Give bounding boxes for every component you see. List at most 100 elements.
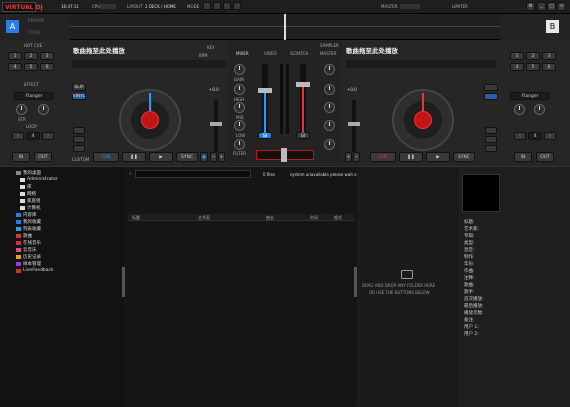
mode-button-4[interactable] <box>233 2 241 10</box>
deck-a-filter-knob[interactable] <box>234 139 245 150</box>
deck-a-mid-knob[interactable] <box>234 102 245 113</box>
col-title[interactable]: 标题 <box>132 215 140 221</box>
deck-a-volume-handle[interactable] <box>258 88 272 93</box>
tab-scratch[interactable]: SCRATCH <box>290 51 308 56</box>
tree-item-history[interactable]: 历史记录 <box>16 254 41 260</box>
deck-b-pad-button-1[interactable] <box>485 127 497 134</box>
effect-knob-1[interactable] <box>16 104 27 115</box>
file-list[interactable] <box>128 222 354 407</box>
pad-button-1[interactable] <box>73 127 85 134</box>
deck-a-headphone-button[interactable]: 🎧︎ <box>258 132 272 139</box>
deck-b-plus-button[interactable]: + <box>345 152 352 162</box>
loop-half-button[interactable]: ‹ <box>12 132 24 140</box>
deck-b-low-knob[interactable] <box>324 120 335 131</box>
deck-a-pitch-slider[interactable] <box>214 100 218 152</box>
deck-b-effect-select[interactable]: Flanger <box>510 92 550 100</box>
deck-b-hotcue-2[interactable]: 2 <box>526 52 540 60</box>
deck-a-minus-button[interactable]: − <box>210 152 217 162</box>
deck-b-pad-button-3[interactable] <box>485 145 497 152</box>
vinyl-button[interactable]: VINYL <box>72 93 86 100</box>
mode-button-2[interactable] <box>213 2 221 10</box>
deck-a-high-knob[interactable] <box>234 84 245 95</box>
mode-button-1[interactable] <box>203 2 211 10</box>
deck-b-overview-waveform[interactable] <box>346 60 496 68</box>
deck-a-plus-button[interactable]: + <box>218 152 225 162</box>
deck-b-play-button[interactable]: ▶ <box>426 152 450 162</box>
tree-item-songs[interactable]: 歌曲 <box>16 233 32 239</box>
minimize-button[interactable]: _ <box>537 2 546 11</box>
deck-b-cue-button[interactable]: CUE <box>370 152 396 162</box>
crossfader-handle[interactable] <box>281 148 287 162</box>
col-length[interactable]: 曲长 <box>266 215 274 221</box>
tree-item-online-music[interactable]: 在线音乐 <box>16 240 41 246</box>
mode-button-3[interactable] <box>223 2 231 10</box>
hotcue-1[interactable]: 1 <box>8 52 22 60</box>
pad-button-3[interactable] <box>73 145 85 152</box>
deck-b-loop-out-button[interactable]: OUT <box>536 152 554 162</box>
effect-select[interactable]: Flanger <box>14 92 54 100</box>
tree-item-library[interactable]: 库 <box>20 184 32 190</box>
deck-b-loop-half-button[interactable]: ‹ <box>514 132 526 140</box>
deck-b-sync-button[interactable]: SYNC <box>453 152 475 162</box>
deck-a-gain-knob[interactable] <box>234 64 245 75</box>
slip-button[interactable]: SLIP <box>72 84 86 91</box>
deck-b-minus-button[interactable]: − <box>353 152 360 162</box>
effect-knob-2[interactable] <box>38 104 49 115</box>
deck-b-pause-button[interactable]: ❚❚ <box>399 152 423 162</box>
hotcue-5[interactable]: 5 <box>24 63 38 71</box>
pad-button-2[interactable] <box>73 136 85 143</box>
deck-a-play-button[interactable]: ▶ <box>149 152 173 162</box>
deck-b-slip-button[interactable] <box>484 84 498 91</box>
deck-b-effect-knob-2[interactable] <box>534 104 545 115</box>
deck-b-loop-in-button[interactable]: IN <box>514 152 532 162</box>
deck-a-pause-button[interactable]: ❚❚ <box>122 152 146 162</box>
deck-b-filter-knob[interactable] <box>324 139 335 150</box>
layout-select[interactable]: 2 DECK / HOME <box>145 4 176 9</box>
tree-item-favorites[interactable]: 我的收藏 <box>16 219 41 225</box>
col-time[interactable]: 时间 <box>310 215 318 221</box>
deck-b-loop-size-display[interactable]: 4 <box>528 132 542 140</box>
col-artist[interactable]: 艺术家 <box>198 215 210 221</box>
tree-splitter[interactable] <box>122 267 125 297</box>
search-input[interactable] <box>135 170 251 178</box>
deck-b-vinyl-button[interactable] <box>484 93 498 100</box>
deck-b-pad-button-2[interactable] <box>485 136 497 143</box>
deck-a-cue-button[interactable]: CUE <box>93 152 119 162</box>
deck-b-hotcue-6[interactable]: 6 <box>542 63 556 71</box>
tree-item-network[interactable]: 网络 <box>20 191 36 197</box>
deck-b-volume-handle[interactable] <box>296 82 310 87</box>
tree-item-computer[interactable]: 计算机 <box>20 205 41 211</box>
tab-video[interactable]: VIDEO <box>264 51 277 56</box>
tree-item-homegroup[interactable]: 家庭组 <box>20 198 41 204</box>
hotcue-4[interactable]: 4 <box>8 63 22 71</box>
deck-a-sync-button[interactable]: SYNC <box>176 152 198 162</box>
tree-item-cloud-music[interactable]: 云音乐 <box>16 247 37 253</box>
waveform-strip[interactable]: A REMAIN TOTAL B <box>0 14 570 40</box>
deck-b-loop-double-button[interactable]: › <box>544 132 556 140</box>
tree-item-livefeedback[interactable]: LiveFeedback <box>16 268 54 273</box>
deck-b-high-knob[interactable] <box>324 84 335 95</box>
deck-a-overview-waveform[interactable] <box>72 60 226 68</box>
deck-b-gain-knob[interactable] <box>324 64 335 75</box>
deck-b-hotcue-4[interactable]: 4 <box>510 63 524 71</box>
deck-b-hotcue-1[interactable]: 1 <box>510 52 524 60</box>
deck-b-hotcue-3[interactable]: 3 <box>542 52 556 60</box>
deck-a-low-knob[interactable] <box>234 120 245 131</box>
hotcue-2[interactable]: 2 <box>24 52 38 60</box>
tree-item-administrator[interactable]: Administrator <box>20 177 58 182</box>
loop-in-button[interactable]: IN <box>12 152 30 162</box>
close-button[interactable]: × <box>557 2 566 11</box>
loop-size-display[interactable]: 4 <box>26 132 40 140</box>
hotcue-3[interactable]: 3 <box>40 52 54 60</box>
deck-b-headphone-button[interactable]: 🎧︎ <box>296 132 310 139</box>
deck-b-pitch-handle[interactable] <box>348 122 360 126</box>
tree-item-sampler[interactable]: 样本管理 <box>16 261 41 267</box>
deck-a-jog-wheel[interactable] <box>119 89 181 151</box>
deck-b-jog-wheel[interactable] <box>392 89 454 151</box>
deck-b-effect-knob-1[interactable] <box>514 104 525 115</box>
tree-item-content[interactable]: 内容库 <box>16 212 37 218</box>
tree-item-desktop[interactable]: 我的桌面 <box>16 170 41 176</box>
col-format[interactable]: 格式 <box>334 215 342 221</box>
settings-button[interactable]: ⚙ <box>526 2 535 11</box>
tab-mixer[interactable]: MIXER <box>236 51 249 56</box>
